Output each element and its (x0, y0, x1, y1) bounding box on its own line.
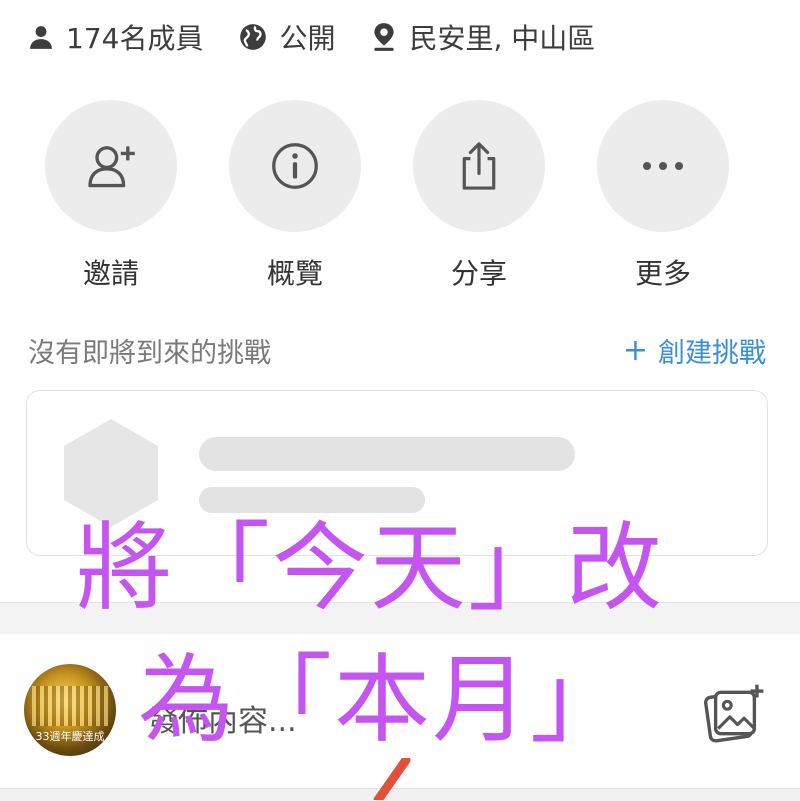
more-button[interactable]: 更多 (593, 100, 733, 292)
share-label: 分享 (450, 257, 507, 290)
action-buttons: 邀請 概覽 分享 更多 (0, 100, 800, 300)
member-count-text: 174名成員 (66, 22, 204, 55)
overview-label: 概覽 (266, 257, 323, 290)
annotation-line-1: 將「今天」改 (76, 512, 664, 624)
location: 民安里, 中山區 (371, 17, 595, 57)
info-icon (272, 143, 318, 189)
privacy-status: 公開 (239, 17, 335, 57)
share-button[interactable]: 分享 (409, 100, 549, 292)
avatar[interactable]: 33週年慶達成 (24, 664, 116, 756)
plus-icon: + (622, 332, 648, 368)
annotation-line-2: 為「本月」 (138, 644, 628, 756)
group-meta-row: 174名成員 公開 民安里, 中山區 (28, 14, 780, 60)
red-arrow-stroke (373, 758, 411, 800)
skeleton-line-1 (199, 437, 575, 471)
no-challenges-text: 沒有即將到來的挑戰 (28, 337, 271, 369)
add-person-icon (88, 146, 135, 188)
challenges-header: 沒有即將到來的挑戰 + 創建挑戰 (28, 330, 766, 370)
person-icon (30, 26, 52, 49)
invite-button[interactable]: 邀請 (41, 100, 181, 292)
overview-button[interactable]: 概覽 (225, 100, 365, 292)
invite-label: 邀請 (82, 257, 139, 290)
globe-icon (240, 24, 267, 50)
more-dots-icon (643, 162, 683, 170)
avatar-caption: 33週年慶達成 (35, 730, 105, 743)
create-challenge-link[interactable]: + 創建挑戰 (623, 331, 766, 370)
create-challenge-label: 創建挑戰 (658, 337, 766, 369)
location-pin-icon (374, 23, 395, 51)
privacy-text: 公開 (279, 22, 336, 55)
member-count: 174名成員 (28, 17, 203, 57)
share-icon (462, 142, 496, 190)
more-label: 更多 (634, 257, 691, 290)
location-text: 民安里, 中山區 (409, 22, 596, 55)
skeleton-line-2 (199, 487, 425, 513)
add-photo-icon[interactable] (704, 682, 766, 744)
